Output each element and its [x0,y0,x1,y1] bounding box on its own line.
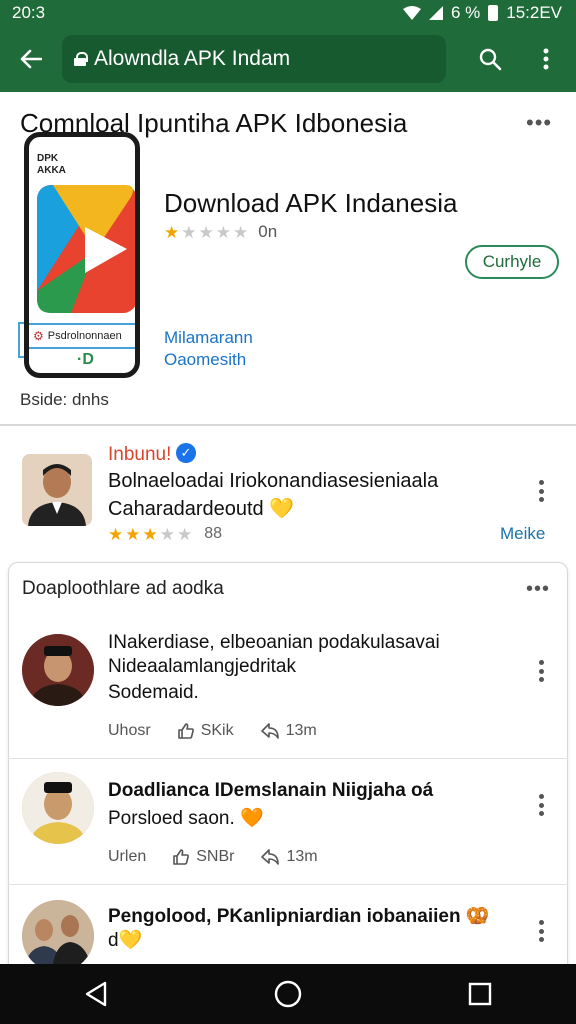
app-icon-phone: DPK AKKA ⚙ Psdrolnonnaen ·D [24,132,140,378]
battery-percent: 6 % [450,3,481,22]
rating-count: 0n [258,222,278,241]
review-time: 13m [286,848,318,865]
review-text-line: Nideaalamlangjedritak [108,656,296,677]
review-rating-count: 88 [204,525,223,542]
review-more-button[interactable] [531,476,551,506]
person-photo [22,634,94,706]
play-logo-icon [37,185,135,313]
nav-recents-button[interactable] [450,964,510,1024]
review-actions: Uhosr SKik 13m [108,722,333,740]
star-icon: ★ [181,222,197,242]
review-text-line: Doadlianca IDemslanain Niigjaha oá [108,780,434,801]
wifi-icon [402,6,421,20]
battery-icon [488,5,499,21]
size-label: Bside: dnhs [20,390,109,409]
phone-sub-label: Psdrolnonnaen [47,330,122,342]
avatar [22,900,94,972]
lock-icon [74,52,88,66]
star-icon: ★ [198,222,214,242]
review-text-line: Bolnaeloadai Iriokonandiasesieniaala [108,470,439,492]
nav-back-button[interactable] [66,964,126,1024]
like-count: SKik [200,722,234,739]
reply-icon [260,723,279,739]
review-more-button[interactable] [531,656,551,686]
review-text-line: d💛 [108,930,143,951]
phone-sub-letter: ·D [77,351,94,368]
thumbs-up-icon [173,849,190,865]
avatar [22,772,94,844]
row-divider [8,758,568,759]
group-photo [22,900,94,972]
star-icon: ★ [159,524,175,544]
url-text: Alowndla APK Indam [94,47,291,70]
review-actions: Urlen SNBr 13m [108,848,334,866]
star-icon: ★ [125,524,141,544]
section-divider [0,424,576,426]
nav-home-button[interactable] [258,964,318,1024]
circle-home-icon [274,980,302,1008]
person-photo [22,454,92,526]
more-vert-icon [543,48,549,70]
review-text-line: Caharadardeoutd 💛 [108,498,295,520]
square-recents-icon [468,982,492,1006]
thumbs-up-icon [177,723,194,739]
phone-label-line2: AKKA [37,165,66,176]
review-author-name[interactable]: Inbunu! [108,444,171,466]
status-bar: 20:3 6 % 15:2EV [0,0,576,26]
review-more-button[interactable] [531,916,551,946]
verified-icon: ✓ [176,443,196,463]
star-icon: ★ [142,524,158,544]
review-author: Urlen [108,848,147,865]
row-divider [8,884,568,885]
avatar [22,634,94,706]
review-text-line: Sodemaid. [108,682,199,703]
review-rating: ★ ★ ★ ★ ★ 88 [108,525,222,543]
review-time: 13m [285,722,317,739]
review-author: Uhosr [108,722,151,739]
reply-icon [261,849,280,865]
review-more-button[interactable] [531,790,551,820]
reply-button[interactable]: 13m [260,848,318,866]
status-time: 20:3 [12,3,46,22]
signal-icon [428,6,443,20]
review-text-line: Pengolood, PKanlipniardian iobanaiien 🥨 [108,906,490,927]
review-text-line: INakerdiase, elbeoanian podakulasavai [108,632,440,653]
url-bar[interactable]: Alowndla APK Indam [62,35,446,83]
reply-button[interactable]: 13m [260,722,317,740]
review-text-line: Porsloed saon. 🧡 [108,808,264,829]
triangle-back-icon [85,981,107,1007]
status-clock-right: 15:2EV [506,3,562,22]
status-indicators: 6 % 15:2EV [402,3,562,23]
phone-sub-badge: ⚙ Psdrolnonnaen [29,323,135,349]
more-link[interactable]: Meike [500,524,545,544]
like-button[interactable]: SNBr [172,848,234,866]
developer-sublink[interactable]: Oaomesith [164,350,246,370]
system-nav-bar [0,964,576,1024]
like-button[interactable]: SKik [177,722,234,740]
star-icon: ★ [108,524,124,544]
like-count: SNBr [196,848,235,865]
gear-icon: ⚙ [33,329,44,343]
search-icon [479,48,502,71]
reviews-card-title: Doaploothlare ad aodka [22,578,224,599]
phone-label-line1: DPK [37,153,59,164]
header-more-button[interactable]: ••• [526,110,552,136]
phone-label: DPK AKKA [37,153,66,177]
reviews-card-more-button[interactable]: ••• [526,578,550,601]
star-icon: ★ [233,222,249,242]
overflow-menu-button[interactable] [518,26,574,92]
app-name: Download APK Indanesia [164,188,458,218]
person-photo [22,772,94,844]
app-rating: ★ ★ ★ ★ ★ 0n [164,222,277,242]
star-icon: ★ [164,222,180,242]
back-button[interactable] [0,26,62,92]
search-button[interactable] [462,26,518,92]
install-button[interactable]: Curhyle [465,245,559,279]
avatar [22,454,92,526]
star-icon: ★ [177,524,193,544]
developer-link[interactable]: Milamarann [164,328,253,348]
back-arrow-icon [20,49,42,69]
browser-app-bar: Alowndla APK Indam [0,26,576,92]
star-icon: ★ [215,222,231,242]
